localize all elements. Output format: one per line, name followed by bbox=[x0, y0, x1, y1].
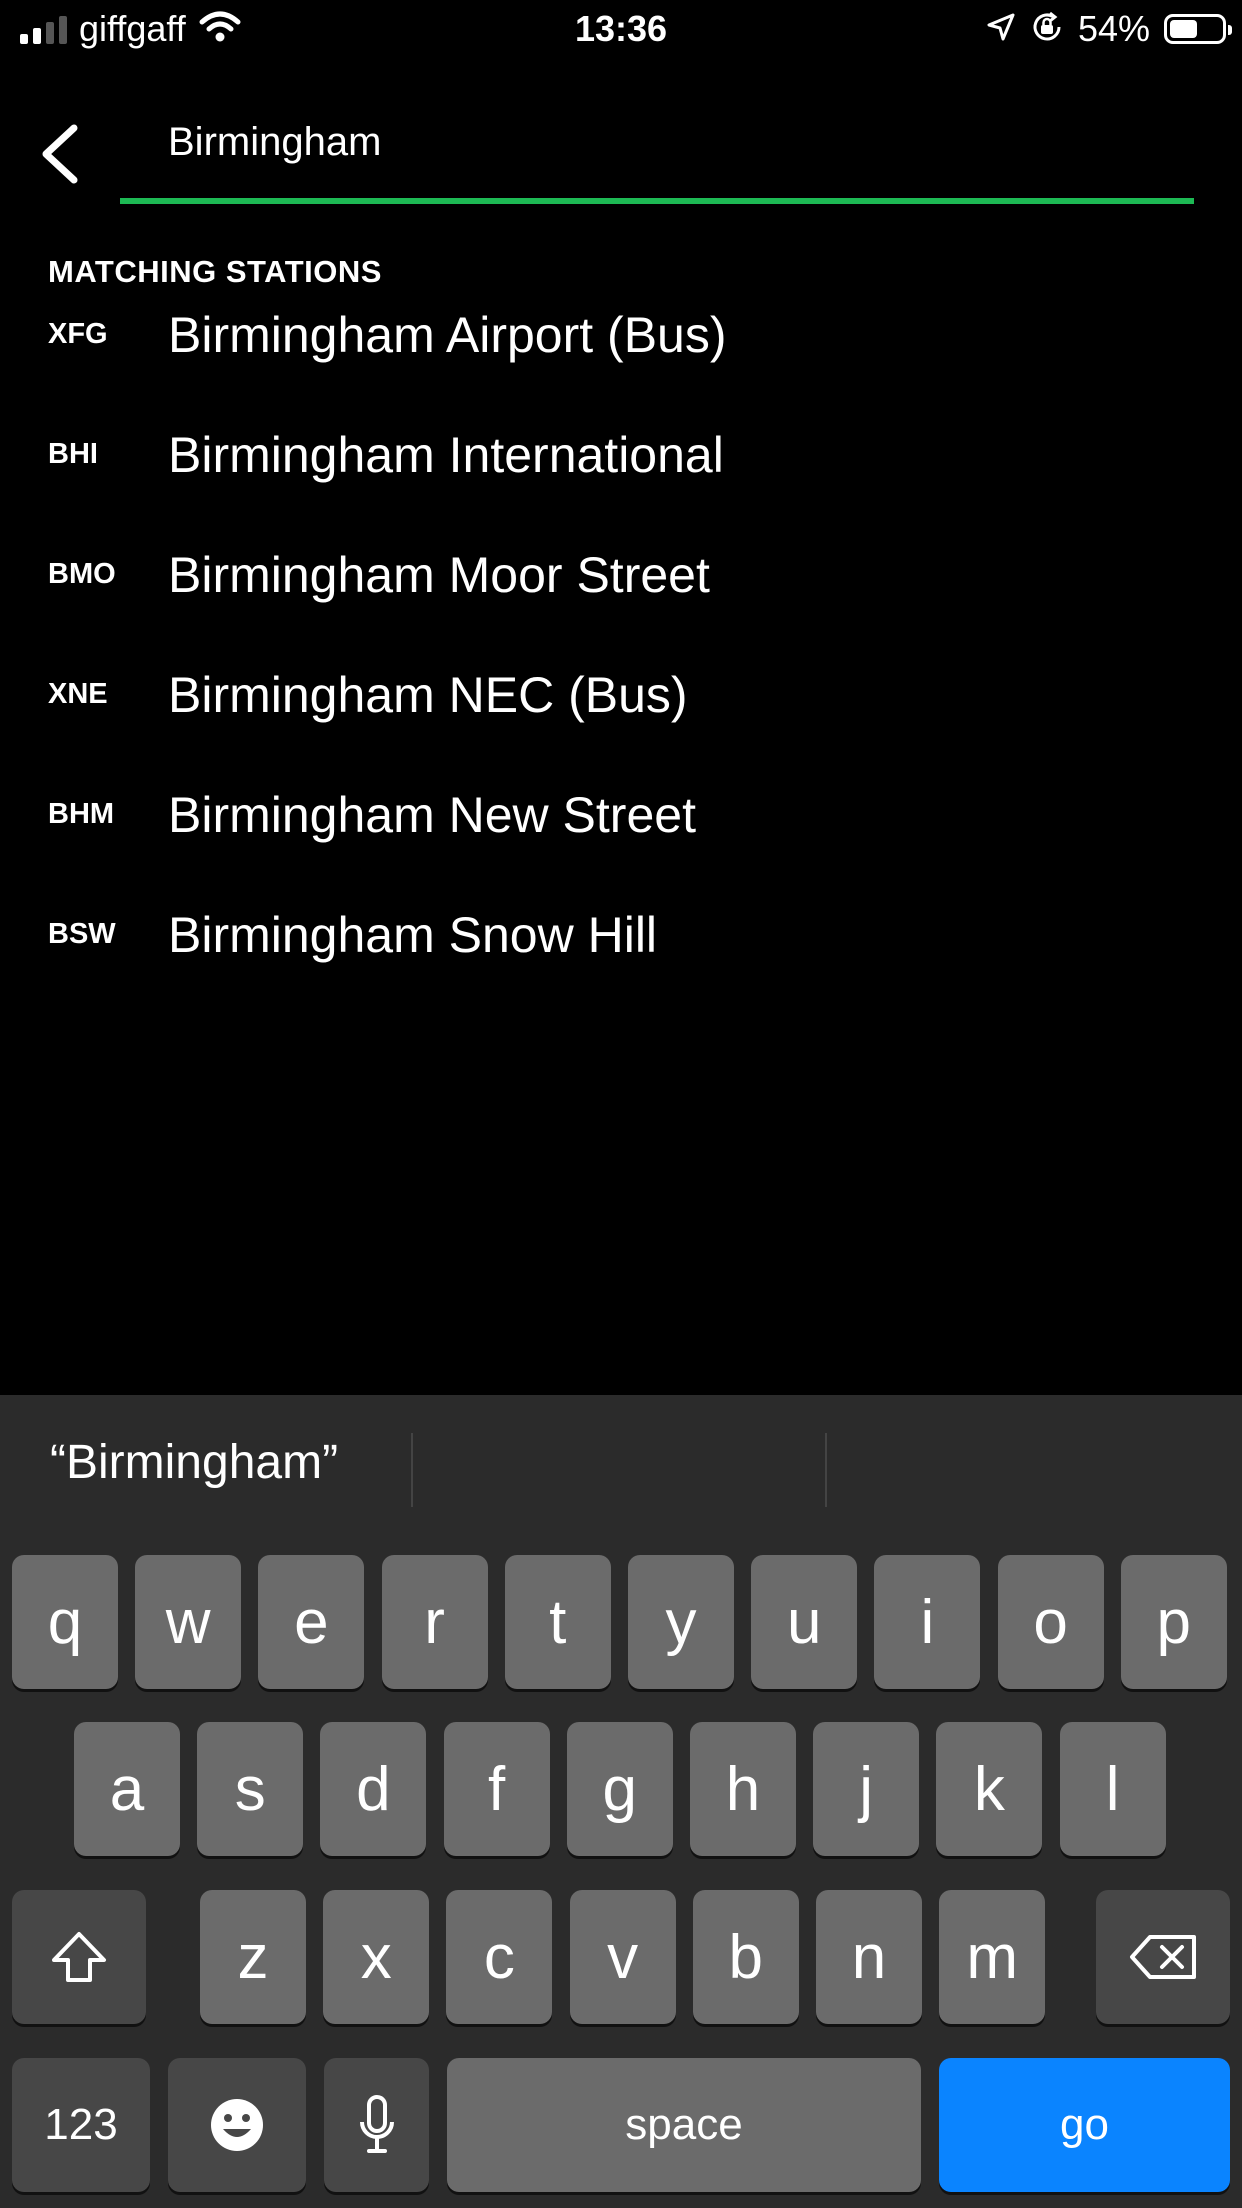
location-arrow-icon bbox=[986, 12, 1016, 47]
status-right: 54% bbox=[986, 8, 1232, 50]
key-u[interactable]: u bbox=[751, 1555, 858, 1689]
key-n[interactable]: n bbox=[816, 1890, 922, 2024]
key-b[interactable]: b bbox=[692, 1890, 799, 2024]
shift-key[interactable] bbox=[12, 1890, 146, 2024]
station-code: BMO bbox=[48, 558, 116, 590]
dictation-key[interactable] bbox=[324, 2058, 429, 2192]
prediction-suggestion[interactable]: “Birmingham” bbox=[50, 1435, 338, 1490]
signal-strength-icon bbox=[20, 14, 67, 44]
key-j[interactable]: j bbox=[813, 1722, 920, 1856]
station-name: Birmingham Snow Hill bbox=[168, 907, 658, 963]
chevron-left-icon bbox=[42, 124, 78, 184]
station-code: BHM bbox=[48, 798, 115, 830]
emoji-key[interactable] bbox=[168, 2058, 306, 2192]
status-bar: giffgaff 13:36 54% bbox=[0, 0, 1242, 62]
status-left: giffgaff bbox=[20, 8, 242, 50]
section-label-matching-stations: MATCHING STATIONS bbox=[48, 254, 382, 289]
key-a[interactable]: a bbox=[74, 1722, 180, 1856]
key-w[interactable]: w bbox=[135, 1555, 242, 1689]
station-code: BHI bbox=[48, 438, 98, 470]
backspace-icon bbox=[1130, 1935, 1196, 1979]
key-h[interactable]: h bbox=[690, 1722, 796, 1856]
key-v[interactable]: v bbox=[569, 1890, 676, 2024]
go-key[interactable]: go bbox=[939, 2058, 1230, 2192]
key-c[interactable]: c bbox=[446, 1890, 553, 2024]
station-result-row[interactable]: XFG Birmingham Airport (Bus) bbox=[0, 300, 1242, 420]
key-z[interactable]: z bbox=[200, 1890, 306, 2024]
station-result-row[interactable]: BMO Birmingham Moor Street bbox=[0, 540, 1242, 660]
key-f[interactable]: f bbox=[443, 1722, 550, 1856]
key-e[interactable]: e bbox=[258, 1555, 365, 1689]
battery-level-fill bbox=[1170, 20, 1197, 38]
key-y[interactable]: y bbox=[628, 1555, 734, 1689]
station-name: Birmingham New Street bbox=[168, 787, 696, 843]
key-q[interactable]: q bbox=[12, 1555, 118, 1689]
station-code: XNE bbox=[48, 678, 108, 710]
station-search-input[interactable] bbox=[168, 112, 1188, 172]
key-m[interactable]: m bbox=[939, 1890, 1046, 2024]
key-x[interactable]: x bbox=[323, 1890, 430, 2024]
wifi-icon bbox=[198, 10, 242, 49]
key-s[interactable]: s bbox=[197, 1722, 304, 1856]
backspace-key[interactable] bbox=[1096, 1890, 1230, 2024]
station-code: BSW bbox=[48, 918, 116, 950]
station-result-row[interactable]: XNE Birmingham NEC (Bus) bbox=[0, 660, 1242, 780]
battery-percentage: 54% bbox=[1077, 8, 1150, 49]
space-key[interactable]: space bbox=[447, 2058, 921, 2192]
key-r[interactable]: r bbox=[381, 1555, 488, 1689]
key-l[interactable]: l bbox=[1059, 1722, 1166, 1856]
emoji-smiley-icon bbox=[211, 2099, 263, 2151]
station-result-row[interactable]: BSW Birmingham Snow Hill bbox=[0, 900, 1242, 1020]
key-d[interactable]: d bbox=[320, 1722, 427, 1856]
station-code: XFG bbox=[48, 318, 108, 350]
microphone-icon bbox=[359, 2095, 394, 2153]
numbers-key[interactable]: 123 bbox=[12, 2058, 150, 2192]
station-name: Birmingham Airport (Bus) bbox=[168, 307, 727, 363]
predictive-text-bar: “Birmingham” bbox=[0, 1395, 1242, 1545]
battery-icon bbox=[1164, 14, 1232, 44]
station-result-row[interactable]: BHM Birmingham New Street bbox=[0, 780, 1242, 900]
shift-arrow-icon bbox=[52, 1932, 106, 1982]
station-results-list: XFG Birmingham Airport (Bus) BHI Birming… bbox=[0, 300, 1242, 1020]
key-i[interactable]: i bbox=[874, 1555, 981, 1689]
prediction-divider bbox=[411, 1433, 413, 1507]
key-g[interactable]: g bbox=[566, 1722, 673, 1856]
key-t[interactable]: t bbox=[504, 1555, 611, 1689]
station-name: Birmingham NEC (Bus) bbox=[168, 667, 688, 723]
carrier-name: giffgaff bbox=[79, 8, 186, 49]
key-p[interactable]: p bbox=[1120, 1555, 1227, 1689]
search-underline bbox=[120, 198, 1194, 204]
station-result-row[interactable]: BHI Birmingham International bbox=[0, 420, 1242, 540]
orientation-lock-icon bbox=[1030, 10, 1064, 49]
on-screen-keyboard: “Birmingham” qwertyuiop asdfghjkl zxcvbn… bbox=[0, 1395, 1242, 2208]
station-name: Birmingham International bbox=[168, 427, 724, 483]
key-k[interactable]: k bbox=[936, 1722, 1043, 1856]
prediction-divider bbox=[825, 1433, 827, 1507]
station-name: Birmingham Moor Street bbox=[168, 547, 710, 603]
key-o[interactable]: o bbox=[997, 1555, 1104, 1689]
back-button[interactable] bbox=[30, 118, 90, 190]
